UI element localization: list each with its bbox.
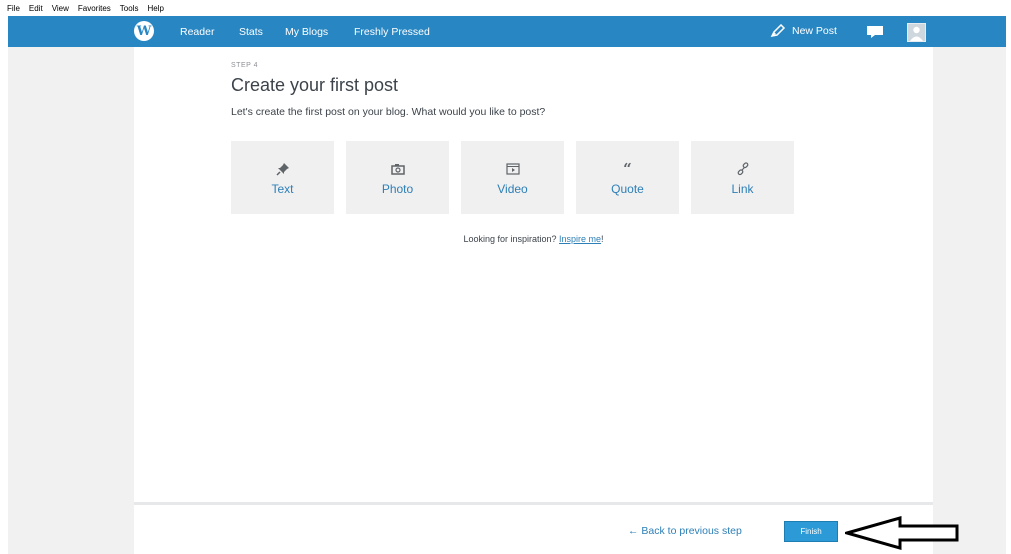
wordpress-logo-icon[interactable]: W xyxy=(134,21,154,41)
post-type-quote-card[interactable]: “ Quote xyxy=(576,141,679,214)
inspiration-suffix: ! xyxy=(601,234,604,244)
menu-edit[interactable]: Edit xyxy=(29,4,43,13)
camera-icon xyxy=(390,162,405,176)
nav-freshly-pressed[interactable]: Freshly Pressed xyxy=(354,26,430,38)
pencil-icon xyxy=(770,24,786,38)
new-post-label: New Post xyxy=(792,25,837,37)
menu-view[interactable]: View xyxy=(52,4,69,13)
page-title: Create your first post xyxy=(231,75,399,95)
post-type-label: Video xyxy=(497,182,528,196)
annotation-arrow-icon xyxy=(845,516,959,550)
menu-favorites[interactable]: Favorites xyxy=(78,4,111,13)
post-type-text-card[interactable]: Text xyxy=(231,141,334,214)
back-to-previous-step-link[interactable]: ← Back to previous step xyxy=(628,525,742,537)
footer-divider xyxy=(134,502,933,505)
browser-menubar: File Edit View Favorites Tools Help xyxy=(0,0,1011,16)
post-type-video-card[interactable]: Video xyxy=(461,141,564,214)
inspire-me-link[interactable]: Inspire me xyxy=(559,234,601,244)
wp-admin-bar: W Reader Stats My Blogs Freshly Pressed … xyxy=(8,16,1006,47)
finish-button[interactable]: Finish xyxy=(784,521,838,542)
nav-my-blogs[interactable]: My Blogs xyxy=(285,26,328,38)
nav-reader[interactable]: Reader xyxy=(180,26,214,38)
user-silhouette-icon xyxy=(910,26,923,41)
post-type-link-card[interactable]: Link xyxy=(691,141,794,214)
quote-icon: “ xyxy=(623,160,632,178)
inspiration-prefix: Looking for inspiration? xyxy=(463,234,559,244)
left-gutter xyxy=(8,47,134,554)
menu-tools[interactable]: Tools xyxy=(120,4,139,13)
notifications-icon[interactable] xyxy=(866,25,884,44)
step-label: STEP 4 xyxy=(231,62,258,69)
post-type-label: Link xyxy=(731,182,754,196)
avatar[interactable] xyxy=(907,23,926,42)
menu-help[interactable]: Help xyxy=(147,4,163,13)
menu-file[interactable]: File xyxy=(7,4,20,13)
main-content: STEP 4 Create your first post Let's crea… xyxy=(134,47,933,554)
video-icon xyxy=(505,162,520,176)
new-post-button[interactable]: New Post xyxy=(770,24,837,38)
post-type-photo-card[interactable]: Photo xyxy=(346,141,449,214)
pin-icon xyxy=(275,162,290,176)
nav-stats[interactable]: Stats xyxy=(239,26,263,38)
link-icon xyxy=(736,162,750,176)
post-type-label: Photo xyxy=(381,182,414,196)
right-gutter xyxy=(933,47,1006,554)
inspiration-text: Looking for inspiration? Inspire me! xyxy=(134,234,933,244)
post-type-label: Text xyxy=(271,182,294,196)
post-type-label: Quote xyxy=(611,182,644,196)
page-subtitle: Let's create the first post on your blog… xyxy=(231,106,546,118)
